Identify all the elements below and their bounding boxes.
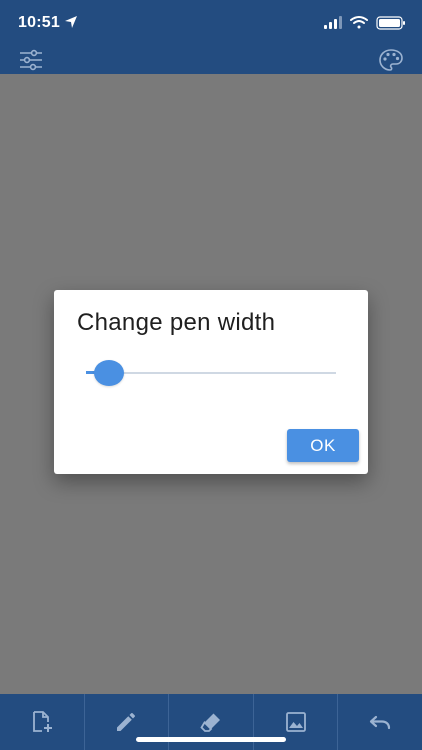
pen-width-slider[interactable] <box>86 360 336 386</box>
image-icon <box>285 712 306 732</box>
battery-icon <box>376 16 405 30</box>
pen-icon <box>117 713 136 731</box>
ok-button[interactable]: OK <box>287 429 359 462</box>
dialog-title: Change pen width <box>77 309 276 336</box>
status-icons <box>324 16 405 30</box>
slider-thumb[interactable] <box>94 360 124 386</box>
undo-button[interactable] <box>338 694 422 750</box>
sliders-icon[interactable] <box>19 49 43 71</box>
status-time: 10:51 <box>18 14 60 31</box>
app-bar <box>0 44 422 74</box>
location-arrow-icon <box>65 16 77 28</box>
wifi-icon <box>350 16 368 29</box>
eraser-icon <box>200 713 220 732</box>
palette-icon[interactable] <box>379 49 403 71</box>
new-page-icon <box>32 711 52 732</box>
pen-width-dialog: Change pen width OK <box>54 290 368 474</box>
home-indicator <box>136 737 286 742</box>
status-bar: 10:51 <box>0 0 422 44</box>
signal-icon <box>324 16 342 29</box>
new-page-button[interactable] <box>0 694 85 750</box>
undo-icon <box>370 715 391 730</box>
